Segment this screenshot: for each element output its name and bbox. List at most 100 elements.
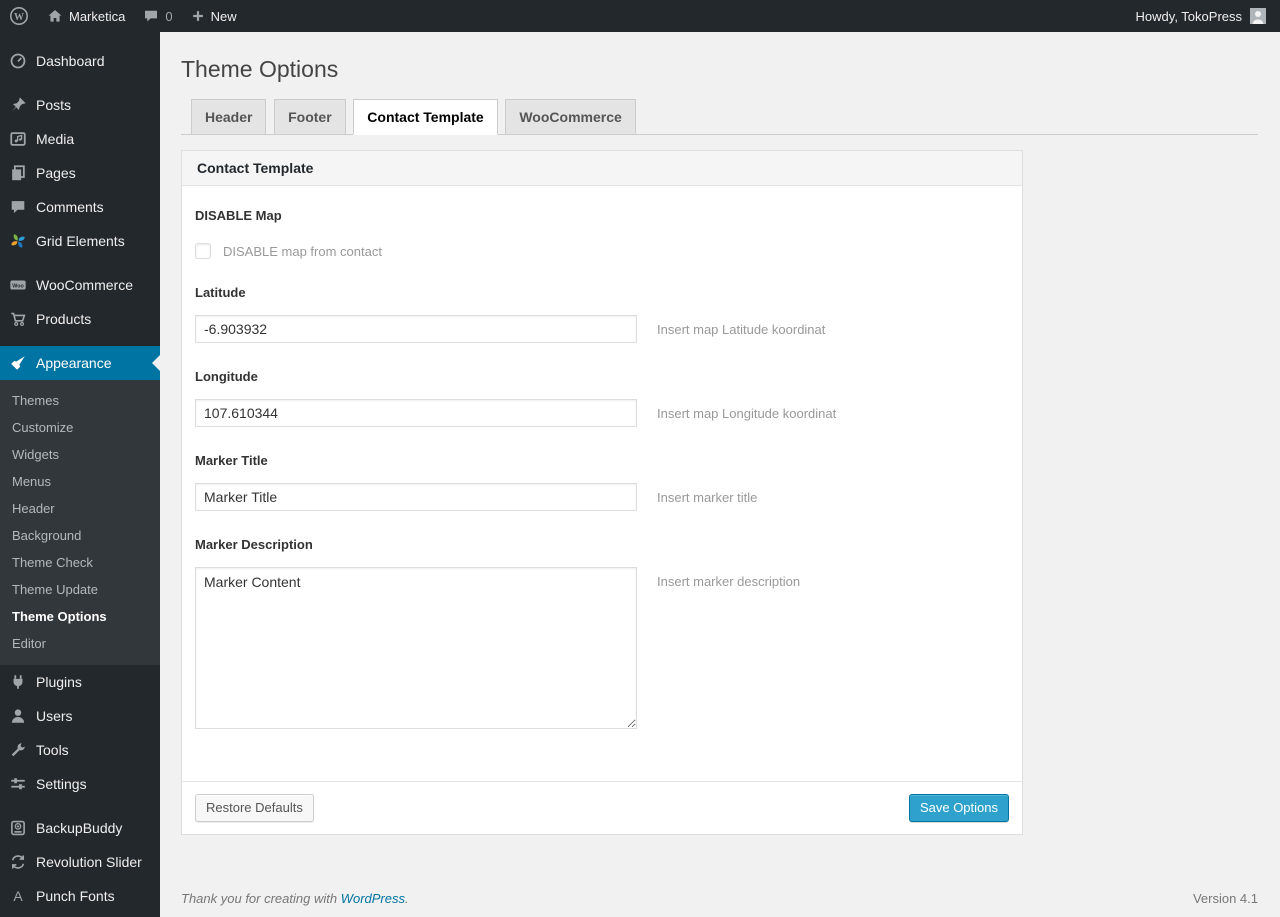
longitude-hint: Insert map Longitude koordinat (657, 406, 837, 421)
marker-description-hint: Insert marker description (657, 574, 801, 589)
marker-title-input[interactable] (195, 483, 637, 511)
sidebar-item-label: Plugins (36, 674, 82, 690)
restore-defaults-button[interactable]: Restore Defaults (195, 794, 314, 822)
backup-drive-icon (8, 818, 28, 838)
submenu-item-widgets[interactable]: Widgets (0, 441, 160, 468)
page-footer: Thank you for creating with WordPress. V… (181, 891, 1258, 906)
footer-thanks-suffix: . (405, 891, 409, 906)
sidebar-item-grid-elements[interactable]: Grid Elements (0, 224, 160, 258)
new-menu[interactable]: New (182, 0, 246, 32)
submenu-item-theme-options[interactable]: Theme Options (0, 603, 160, 630)
sidebar-item-backupbuddy[interactable]: BackupBuddy (0, 811, 160, 845)
disable-map-field: DISABLE Map DISABLE map from contact (195, 208, 1009, 259)
wordpress-link[interactable]: WordPress (341, 891, 405, 906)
submenu-item-header[interactable]: Header (0, 495, 160, 522)
home-icon (47, 8, 63, 24)
menu-separator (0, 78, 160, 88)
tab-footer[interactable]: Footer (274, 99, 346, 135)
site-link[interactable]: Marketica (38, 0, 134, 32)
menu-separator (0, 801, 160, 811)
sidebar-item-appearance[interactable]: Appearance (0, 346, 160, 380)
sidebar-item-label: Posts (36, 97, 72, 113)
wordpress-logo-icon: W (9, 6, 29, 26)
media-icon (8, 129, 28, 149)
sidebar-item-label: Settings (36, 776, 87, 792)
svg-text:Woo: Woo (12, 283, 24, 289)
cart-icon (8, 309, 28, 329)
marker-description-row: Marker Content Insert marker description (195, 567, 1009, 729)
disable-map-checkbox-label: DISABLE map from contact (223, 243, 382, 259)
sidebar-item-punch-fonts[interactable]: A Punch Fonts (0, 879, 160, 913)
sidebar-item-comments[interactable]: Comments (0, 190, 160, 224)
plugin-icon (8, 672, 28, 692)
marker-title-label: Marker Title (195, 453, 268, 468)
pages-icon (8, 163, 28, 183)
submenu-item-theme-update[interactable]: Theme Update (0, 576, 160, 603)
comments-menu[interactable]: 0 (134, 0, 181, 32)
sidebar-item-label: BackupBuddy (36, 820, 123, 836)
sidebar-item-users[interactable]: Users (0, 699, 160, 733)
longitude-row: Insert map Longitude koordinat (195, 399, 1009, 427)
sidebar-item-tools[interactable]: Tools (0, 733, 160, 767)
comments-count: 0 (165, 8, 173, 24)
marker-description-field: Marker Description Marker Content Insert… (195, 537, 1009, 729)
svg-text:W: W (14, 12, 24, 23)
panel-footer: Restore Defaults Save Options (182, 781, 1022, 834)
latitude-hint: Insert map Latitude koordinat (657, 322, 826, 337)
longitude-input[interactable] (195, 399, 637, 427)
sidebar-item-label: Revolution Slider (36, 854, 142, 870)
user-icon (8, 706, 28, 726)
appearance-brush-icon (8, 353, 28, 373)
sidebar-item-label: Dashboard (36, 53, 105, 69)
main-content: Theme Options Header Footer Contact Temp… (160, 32, 1280, 917)
latitude-row: Insert map Latitude koordinat (195, 315, 1009, 343)
sidebar-item-posts[interactable]: Posts (0, 88, 160, 122)
new-label: New (210, 8, 237, 24)
submenu-item-customize[interactable]: Customize (0, 414, 160, 441)
submenu-item-themes[interactable]: Themes (0, 387, 160, 414)
sidebar-item-dashboard[interactable]: Dashboard (0, 44, 160, 78)
sidebar-item-label: Media (36, 131, 75, 147)
tab-woocommerce[interactable]: WooCommerce (505, 99, 636, 135)
sidebar-item-pages[interactable]: Pages (0, 156, 160, 190)
sidebar-item-revolution-slider[interactable]: Revolution Slider (0, 845, 160, 879)
woocommerce-icon: Woo (8, 275, 28, 295)
longitude-field: Longitude Insert map Longitude koordinat (195, 369, 1009, 427)
comments-icon (8, 197, 28, 217)
marker-title-row: Insert marker title (195, 483, 1009, 511)
submenu-item-menus[interactable]: Menus (0, 468, 160, 495)
sidebar-item-label: Comments (36, 199, 104, 215)
latitude-input[interactable] (195, 315, 637, 343)
site-name: Marketica (69, 8, 126, 24)
sidebar: Dashboard Posts Media Pages Comments Gri… (0, 32, 160, 917)
sidebar-item-media[interactable]: Media (0, 122, 160, 156)
tab-contact-template[interactable]: Contact Template (353, 99, 498, 135)
sidebar-item-plugins[interactable]: Plugins (0, 665, 160, 699)
account-menu[interactable]: Howdy, TokoPress (1122, 0, 1280, 32)
sidebar-item-label: Grid Elements (36, 233, 125, 249)
submenu-item-editor[interactable]: Editor (0, 630, 160, 657)
pin-icon (8, 95, 28, 115)
howdy-text: Howdy, TokoPress (1135, 8, 1242, 24)
sidebar-item-products[interactable]: Products (0, 302, 160, 336)
menu-separator (0, 336, 160, 346)
marker-description-textarea[interactable]: Marker Content (195, 567, 637, 729)
submenu-item-theme-check[interactable]: Theme Check (0, 549, 160, 576)
admin-bar-left: W Marketica 0 New (0, 0, 246, 32)
wordpress-logo-menu[interactable]: W (0, 0, 38, 32)
submenu-item-background[interactable]: Background (0, 522, 160, 549)
wrench-icon (8, 740, 28, 760)
latitude-field: Latitude Insert map Latitude koordinat (195, 285, 1009, 343)
sidebar-item-woocommerce[interactable]: Woo WooCommerce (0, 268, 160, 302)
sidebar-item-settings[interactable]: Settings (0, 767, 160, 801)
tab-header[interactable]: Header (191, 99, 267, 135)
panel-title: Contact Template (182, 151, 1022, 186)
appearance-submenu: Themes Customize Widgets Menus Header Ba… (0, 380, 160, 665)
sidebar-item-label: WooCommerce (36, 277, 133, 293)
save-options-button[interactable]: Save Options (908, 794, 1009, 822)
disable-map-checkbox[interactable] (195, 243, 211, 259)
sidebar-item-label: Pages (36, 165, 76, 181)
menu-separator (0, 32, 160, 44)
footer-thanks: Thank you for creating with WordPress. (181, 891, 409, 906)
punch-fonts-icon: A (13, 888, 23, 904)
